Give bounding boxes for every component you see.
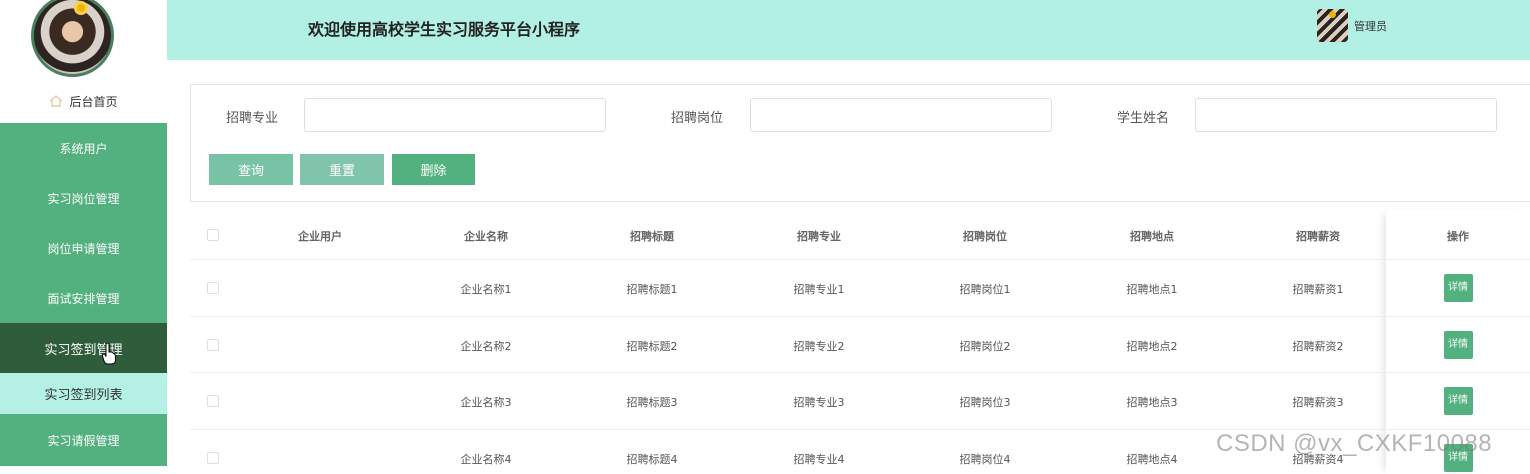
sidebar-item-leave-management[interactable]: 实习请假管理 — [0, 414, 167, 466]
sidebar-item-interview-schedule[interactable]: 面试安排管理 — [0, 273, 167, 323]
table-cell: 招聘岗位2 — [959, 340, 1011, 353]
sidebar-home-label: 后台首页 — [69, 94, 118, 109]
home-icon — [49, 95, 63, 107]
action-cell: 详情 — [1386, 387, 1530, 415]
search-panel: 招聘专业 招聘岗位 学生姓名 查询 重置 删除 — [190, 84, 1530, 202]
table-header-row: 企业用户 企业名称 招聘标题 招聘专业 招聘岗位 招聘地点 招聘薪资 操作 — [190, 210, 1530, 260]
sidebar-item-label: 系统用户 — [59, 141, 108, 156]
sidebar-item-checkin-management[interactable]: 实习签到管理 — [0, 323, 167, 373]
top-header: 欢迎使用高校学生实习服务平台小程序 管理员 — [167, 0, 1530, 60]
flower-icon — [74, 1, 88, 15]
column-header: 操作 — [1447, 230, 1469, 243]
table-cell: 招聘标题1 — [626, 283, 678, 296]
table-cell: 企业名称1 — [460, 283, 512, 296]
table-row[interactable]: 企业名称3 招聘标题3 招聘专业3 招聘岗位3 招聘地点3 招聘薪资3 详情 — [190, 373, 1530, 430]
table-cell: 招聘专业4 — [793, 453, 845, 466]
select-all-checkbox[interactable] — [207, 229, 219, 241]
action-cell: 详情 — [1386, 274, 1530, 302]
sidebar-menu: 系统用户 实习岗位管理 岗位申请管理 面试安排管理 实习签到管理 实习签到列表 … — [0, 123, 167, 466]
table-cell: 招聘地点4 — [1126, 453, 1178, 466]
sidebar-item-label: 实习岗位管理 — [47, 191, 120, 206]
row-checkbox[interactable] — [207, 339, 219, 351]
table-cell: 招聘地点3 — [1126, 396, 1178, 409]
hand-cursor-icon — [102, 343, 116, 365]
delete-button[interactable]: 删除 — [392, 154, 475, 185]
detail-button[interactable]: 详情 — [1443, 387, 1473, 415]
table-cell: 招聘标题4 — [626, 453, 678, 466]
table-cell: 招聘岗位4 — [959, 453, 1011, 466]
row-checkbox[interactable] — [207, 395, 219, 407]
column-header: 招聘地点 — [1130, 230, 1174, 243]
sidebar-subitem-checkin-list[interactable]: 实习签到列表 — [0, 373, 167, 414]
student-name-label: 学生姓名 — [1117, 111, 1170, 126]
sidebar-home-link[interactable]: 后台首页 — [0, 90, 167, 112]
major-input[interactable] — [304, 98, 606, 132]
position-input[interactable] — [750, 98, 1052, 132]
avatar[interactable] — [31, 0, 114, 78]
admin-profile[interactable]: 管理员 — [1317, 9, 1387, 42]
table-cell: 招聘地点2 — [1126, 340, 1178, 353]
table-cell: 招聘标题2 — [626, 340, 678, 353]
row-checkbox[interactable] — [207, 282, 219, 294]
sidebar-item-label: 实习请假管理 — [47, 433, 120, 448]
column-header: 招聘标题 — [630, 230, 674, 243]
page-title: 欢迎使用高校学生实习服务平台小程序 — [308, 20, 581, 39]
column-header: 企业名称 — [464, 230, 508, 243]
table-cell: 招聘薪资3 — [1292, 396, 1344, 409]
table-cell: 招聘专业3 — [793, 396, 845, 409]
column-header: 企业用户 — [298, 230, 342, 243]
table-cell: 招聘岗位3 — [959, 396, 1011, 409]
admin-avatar[interactable] — [1317, 9, 1348, 42]
table-cell: 招聘专业1 — [793, 283, 845, 296]
sidebar-item-system-users[interactable]: 系统用户 — [0, 123, 167, 173]
table-cell: 招聘专业2 — [793, 340, 845, 353]
major-label: 招聘专业 — [226, 111, 279, 126]
detail-button[interactable]: 详情 — [1443, 274, 1473, 302]
table-cell: 企业名称4 — [460, 453, 512, 466]
position-label: 招聘岗位 — [671, 111, 724, 126]
student-name-input[interactable] — [1195, 98, 1497, 132]
sidebar: 后台首页 系统用户 实习岗位管理 岗位申请管理 面试安排管理 实习签到管理 实习… — [0, 0, 167, 474]
watermark-text: CSDN @vx_CXKF10088 — [1216, 430, 1493, 457]
action-cell: 详情 — [1386, 331, 1530, 359]
table-cell: 招聘地点1 — [1126, 283, 1178, 296]
sidebar-item-label: 面试安排管理 — [47, 291, 120, 306]
query-button[interactable]: 查询 — [209, 154, 293, 185]
table-cell: 招聘薪资2 — [1292, 340, 1344, 353]
row-checkbox[interactable] — [207, 452, 219, 464]
column-header: 招聘专业 — [797, 230, 841, 243]
sidebar-item-internship-positions[interactable]: 实习岗位管理 — [0, 173, 167, 223]
table-row[interactable]: 企业名称1 招聘标题1 招聘专业1 招聘岗位1 招聘地点1 招聘薪资1 详情 — [190, 260, 1530, 317]
reset-button[interactable]: 重置 — [300, 154, 384, 185]
sidebar-item-position-applications[interactable]: 岗位申请管理 — [0, 223, 167, 273]
table-cell: 招聘薪资1 — [1292, 283, 1344, 296]
sidebar-item-label: 岗位申请管理 — [47, 241, 120, 256]
table-cell: 企业名称2 — [460, 340, 512, 353]
column-header: 招聘岗位 — [963, 230, 1007, 243]
table-cell: 企业名称3 — [460, 396, 512, 409]
admin-label: 管理员 — [1354, 19, 1387, 33]
column-header: 招聘薪资 — [1296, 230, 1340, 243]
detail-button[interactable]: 详情 — [1443, 331, 1473, 359]
table-cell: 招聘标题3 — [626, 396, 678, 409]
table-cell: 招聘岗位1 — [959, 283, 1011, 296]
sidebar-item-label: 实习签到列表 — [44, 388, 123, 403]
table-row[interactable]: 企业名称2 招聘标题2 招聘专业2 招聘岗位2 招聘地点2 招聘薪资2 详情 — [190, 317, 1530, 373]
